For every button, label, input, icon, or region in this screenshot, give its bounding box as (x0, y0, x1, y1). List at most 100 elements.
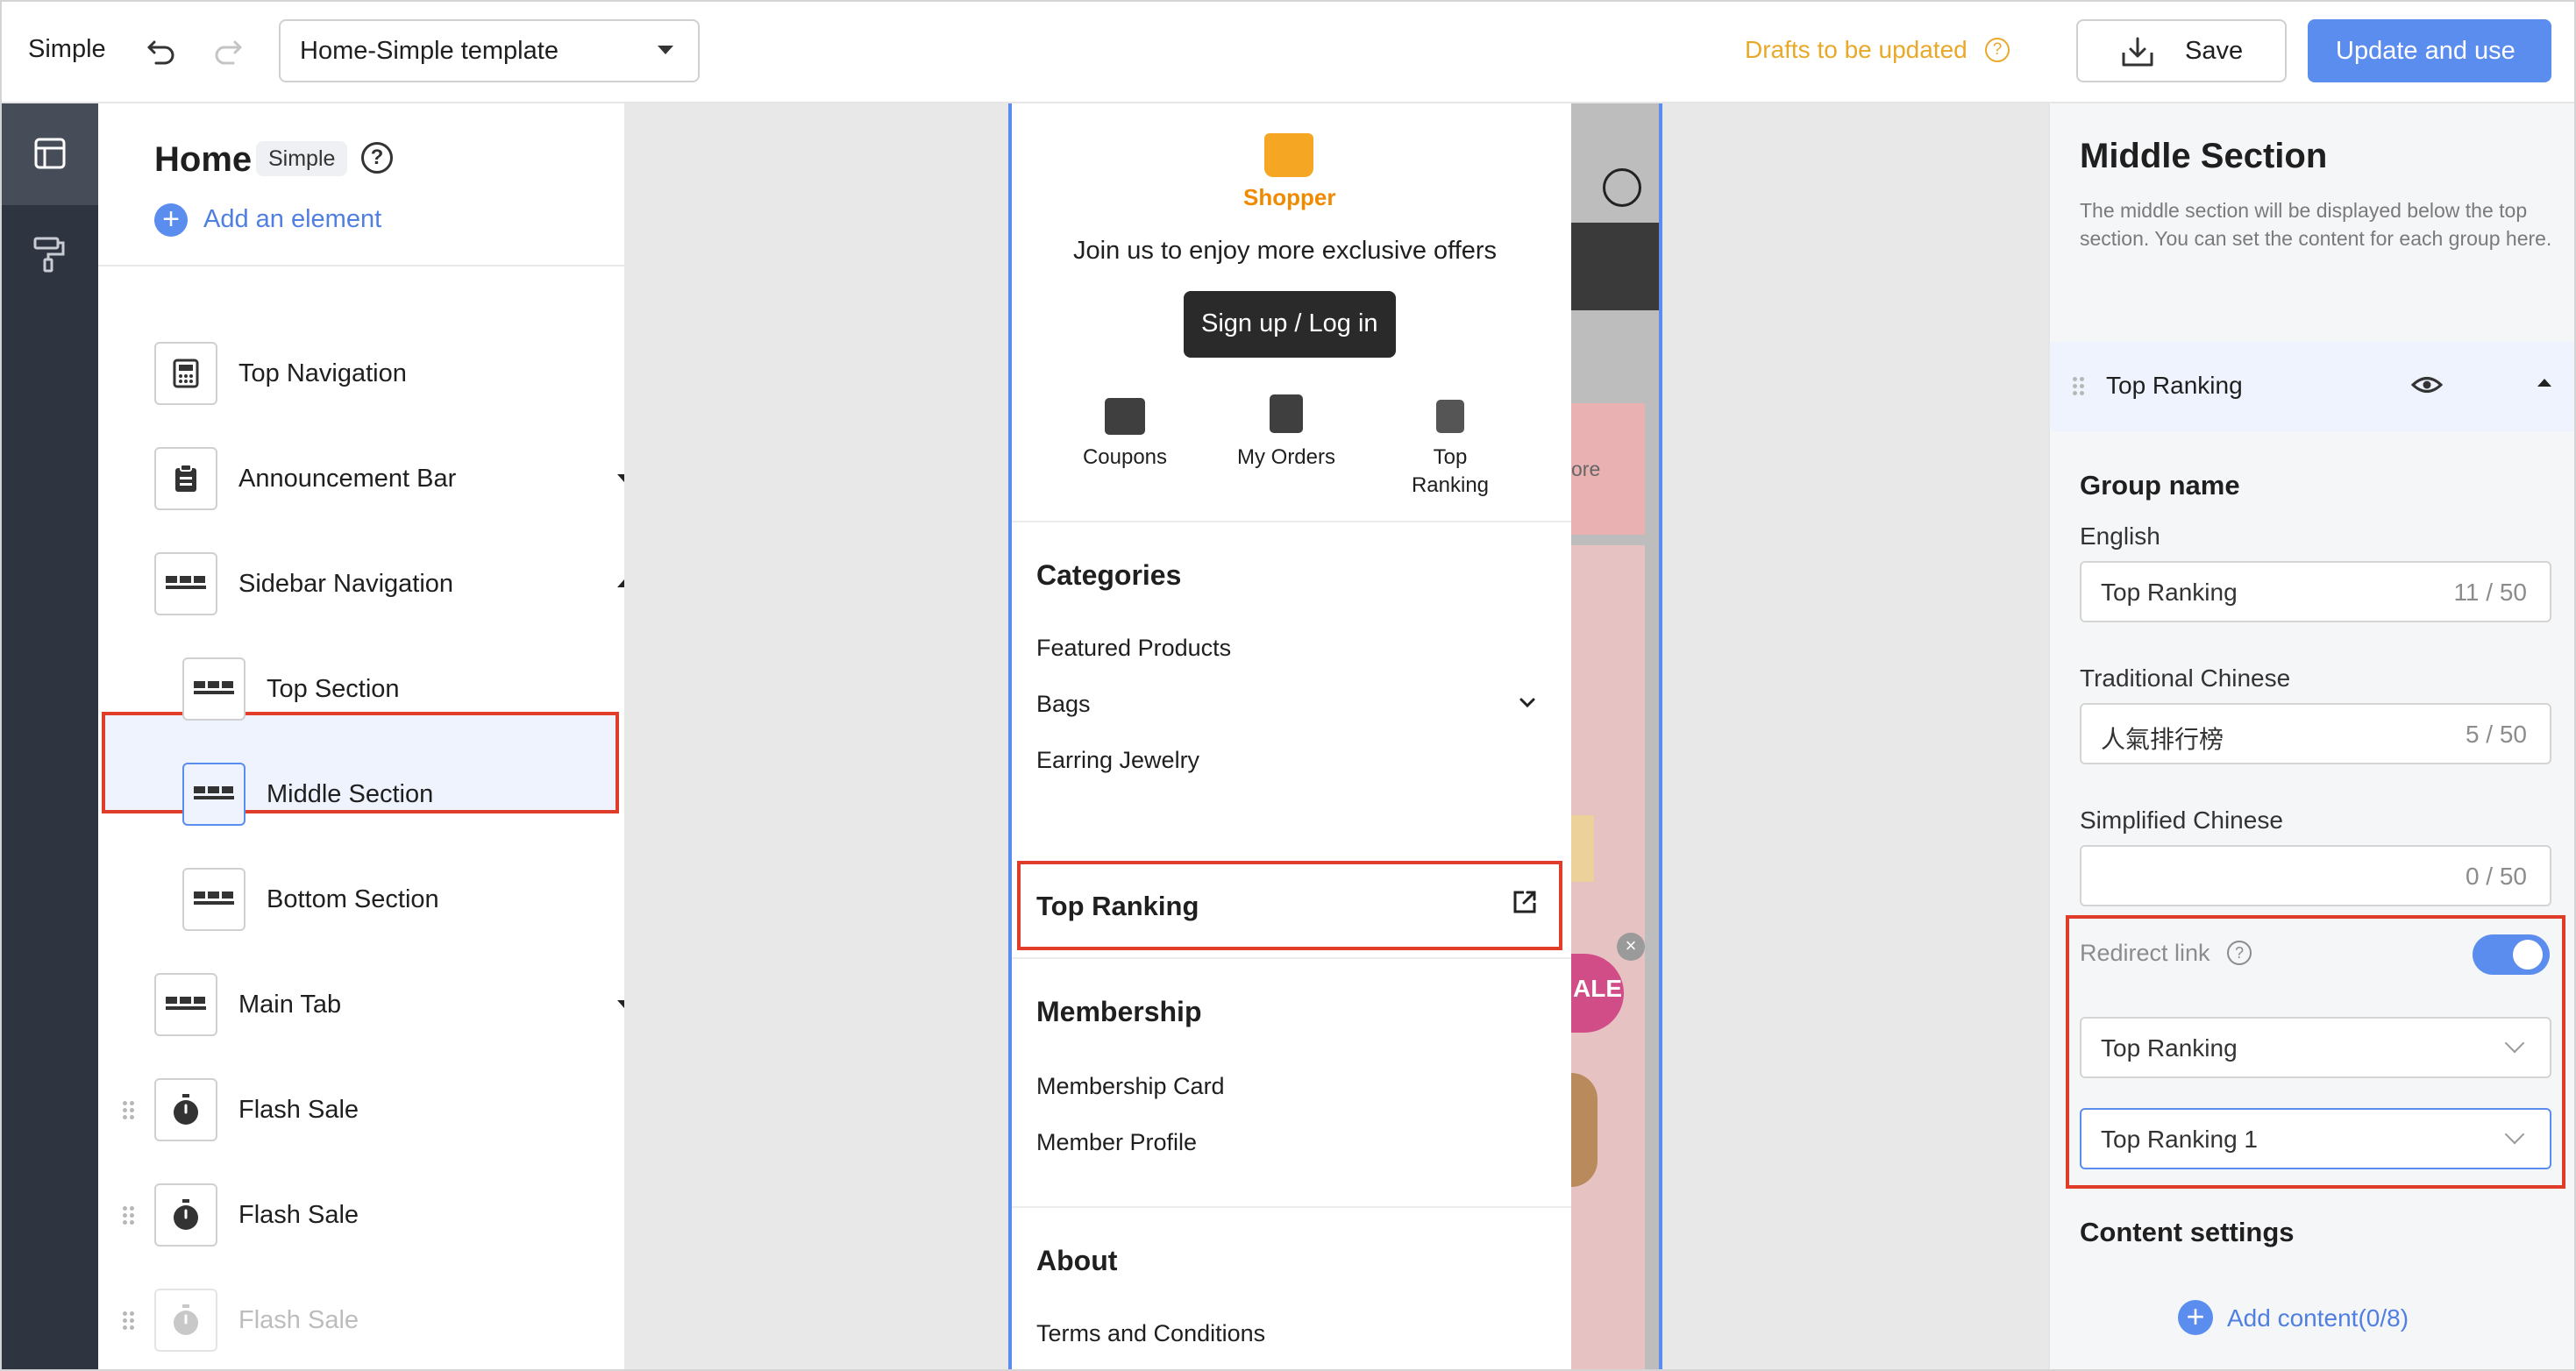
quick-link-coupons[interactable]: Coupons (1061, 444, 1189, 472)
undo-icon[interactable] (144, 33, 179, 68)
tree-item-label: Flash Sale (238, 1306, 359, 1334)
layout-icon (34, 138, 66, 169)
help-icon[interactable]: ? (2227, 941, 2252, 965)
plus-icon[interactable]: + (154, 203, 188, 237)
char-count: 11 / 50 (2453, 579, 2527, 606)
plus-icon[interactable]: + (2178, 1300, 2213, 1335)
category-item[interactable]: Featured Products (1036, 635, 1231, 662)
left-rail (2, 103, 98, 1369)
tree-item-label: Bottom Section (267, 885, 439, 913)
about-item[interactable]: Terms and Conditions (1036, 1320, 1265, 1347)
tree-item[interactable]: Flash Sale (98, 1269, 624, 1369)
membership-heading: Membership (1036, 996, 1202, 1027)
app-name: Simple (28, 35, 106, 63)
page-editor: Simple Home-Simple template Drafts to be… (0, 0, 2576, 1371)
eye-icon[interactable] (2411, 373, 2443, 396)
grid-icon (182, 868, 246, 931)
chevron-down-icon[interactable] (1519, 696, 1536, 710)
podium-icon (1436, 400, 1464, 433)
membership-item[interactable]: Member Profile (1036, 1129, 1197, 1156)
divider (1012, 957, 1571, 959)
char-count: 5 / 50 (2465, 721, 2527, 748)
tree-item[interactable]: Top Navigation (98, 323, 624, 424)
tree-item-label: Main Tab (238, 991, 342, 1019)
toggle-knob (2513, 940, 2543, 970)
membership-item[interactable]: Membership Card (1036, 1073, 1225, 1100)
grid-icon (182, 763, 246, 826)
redirect-link-label: Redirect link (2080, 940, 2210, 966)
tree-item[interactable]: Top Section (98, 638, 624, 740)
help-icon[interactable]: ? (1985, 38, 2010, 62)
update-button-label: Update and use (2336, 37, 2516, 65)
tree-item-label: Flash Sale (238, 1096, 359, 1124)
tree-item[interactable]: Flash Sale (98, 1059, 624, 1161)
tree-item-label: Middle Section (267, 780, 434, 808)
group-name-heading: Group name (2080, 470, 2240, 501)
add-element-link[interactable]: Add an element (203, 205, 381, 234)
tree-item-label: Announcement Bar (238, 465, 457, 493)
tree-item[interactable]: Middle Section (98, 743, 624, 845)
divider (1012, 1206, 1571, 1208)
field-label: English (2080, 522, 2160, 550)
grid-icon (154, 552, 217, 615)
redirect-type-value: Top Ranking (2101, 1034, 2238, 1062)
tree-item[interactable]: Announcement Bar (98, 428, 631, 529)
quick-link-top-ranking[interactable]: Top Ranking (1396, 444, 1505, 500)
field-label: Simplified Chinese (2080, 806, 2283, 834)
save-button-label: Save (2185, 37, 2244, 65)
page-header-strip (1571, 223, 1659, 310)
quick-link-my-orders[interactable]: My Orders (1220, 444, 1352, 472)
page-title: Home (154, 140, 253, 179)
add-content-link[interactable]: Add content(0/8) (2227, 1304, 2409, 1332)
drag-handle-icon[interactable] (123, 1206, 135, 1225)
category-item[interactable]: Bags (1036, 691, 1091, 718)
template-select-value: Home-Simple template (300, 37, 559, 65)
shop-name: Shopper (1243, 184, 1336, 210)
char-count: 0 / 50 (2465, 863, 2527, 890)
paint-roller-icon[interactable] (32, 235, 67, 273)
divider (1012, 521, 1571, 522)
drafts-notice: Drafts to be updated (1745, 36, 1968, 63)
redo-icon[interactable] (210, 33, 246, 68)
tree-item[interactable]: Bottom Section (98, 849, 624, 950)
shopping-bag-icon (1264, 133, 1313, 177)
category-item[interactable]: Earring Jewelry (1036, 747, 1199, 774)
field-label: Traditional Chinese (2080, 664, 2291, 692)
external-link-icon (1513, 891, 1536, 913)
chat-icon (1603, 168, 1641, 207)
drag-handle-icon[interactable] (123, 1311, 135, 1330)
save-button[interactable] (2076, 19, 2287, 82)
product-image (1571, 1073, 1598, 1187)
coupon-icon (1105, 398, 1145, 435)
grid-icon (154, 973, 217, 1036)
sale-badge-text: ALE (1573, 975, 1622, 1002)
stopwatch-icon (154, 1183, 217, 1247)
tree-item[interactable]: Sidebar Navigation (98, 533, 631, 635)
template-badge: Simple (256, 141, 348, 176)
clipboard-icon (154, 447, 217, 510)
tree-item[interactable]: Main Tab (98, 954, 631, 1055)
content-settings-heading: Content settings (2080, 1217, 2295, 1247)
tree-item[interactable]: Flash Sale (98, 1164, 624, 1266)
settings-description: The middle section will be displayed bel… (2080, 199, 2552, 250)
tree-item-label: Top Section (267, 675, 400, 703)
page-tag (1571, 815, 1594, 882)
page-more-link: ore (1571, 458, 1601, 480)
categories-heading: Categories (1036, 559, 1182, 591)
caret-up-icon[interactable] (2537, 379, 2551, 387)
download-icon (2122, 37, 2153, 67)
field-value: Top Ranking (2101, 579, 2238, 606)
tree-item-label: Flash Sale (238, 1201, 359, 1229)
help-icon[interactable]: ? (361, 142, 393, 174)
about-heading: About (1036, 1245, 1118, 1276)
tree-item-label: Sidebar Navigation (238, 570, 454, 598)
tree-item-label: Top Navigation (238, 359, 407, 387)
calculator-icon (154, 342, 217, 405)
settings-title: Middle Section (2080, 137, 2328, 175)
redirect-target-value: Top Ranking 1 (2101, 1126, 2259, 1153)
close-icon[interactable]: × (1617, 933, 1645, 961)
group-header-label: Top Ranking (2106, 372, 2243, 399)
orders-icon (1270, 394, 1303, 433)
drag-handle-icon[interactable] (2073, 377, 2085, 395)
drag-handle-icon[interactable] (123, 1101, 135, 1119)
